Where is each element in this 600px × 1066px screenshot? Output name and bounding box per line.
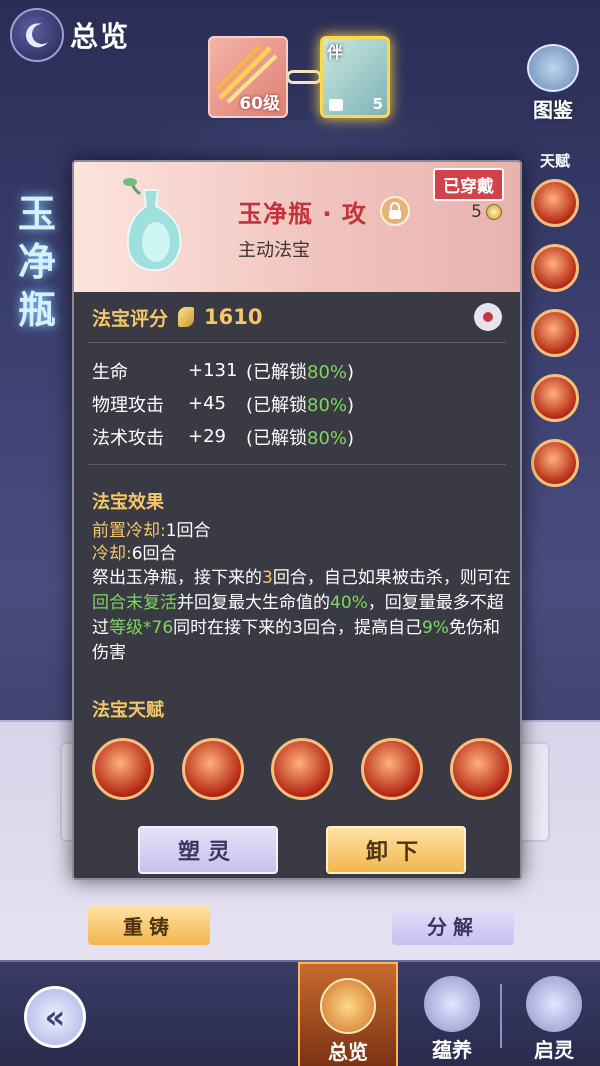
- item-detail-popup: 玉净瓶 · 攻 主动法宝 已穿戴 5 法宝评分 1610 生命 +131 (已解…: [72, 160, 522, 880]
- cauldron-icon: [424, 976, 480, 1032]
- bottom-nav: « 总览 蕴养 启灵: [0, 960, 600, 1066]
- stat-row: 生命 +131 (已解锁80%): [92, 354, 512, 387]
- talent-column: 天赋: [528, 150, 582, 504]
- quill-icon: [178, 307, 195, 327]
- companion-level: 5: [372, 95, 383, 113]
- talent-blade-icon[interactable]: [531, 374, 579, 422]
- equipment-chain: 60级 伴 5: [208, 36, 390, 118]
- lock-icon: [329, 99, 343, 111]
- scroll-icon: [527, 44, 579, 92]
- talent-burst-icon[interactable]: [450, 738, 512, 800]
- stat-unlock: (已解锁80%): [246, 361, 355, 383]
- effect-section: 法宝效果 前置冷却:1回合 冷却:6回合 祭出玉净瓶，接下来的3回合，自己如果被…: [92, 488, 512, 666]
- stat-value: +131: [188, 360, 238, 381]
- lock-icon[interactable]: [380, 196, 410, 226]
- stat-unlock: (已解锁80%): [246, 427, 355, 449]
- talent-spirit-icon[interactable]: [181, 738, 244, 800]
- score-label: 法宝评分: [92, 307, 169, 330]
- atlas-button[interactable]: 图鉴: [522, 44, 584, 122]
- talent-row: [92, 738, 512, 800]
- unequip-button[interactable]: 卸下: [326, 826, 466, 874]
- talent-burst-icon[interactable]: [531, 439, 579, 487]
- page-title: 总览: [70, 20, 131, 53]
- divider: [88, 342, 506, 343]
- stat-value: +45: [188, 393, 226, 414]
- talent-flame-bell-icon[interactable]: [271, 738, 333, 800]
- talent-spirit-icon[interactable]: [531, 244, 579, 292]
- companion-mark: 伴: [327, 43, 344, 62]
- item-type: 主动法宝: [238, 240, 310, 261]
- pre-cooldown: 前置冷却:1回合: [92, 521, 211, 541]
- effect-description: 祭出玉净瓶，接下来的3回合，自己如果被击杀，则可在回合末复活并回复最大生命值的4…: [92, 568, 511, 663]
- stat-row: 法术攻击 +29 (已解锁80%): [92, 420, 512, 453]
- divider: [88, 464, 506, 465]
- weapon-level: 60级: [239, 94, 280, 114]
- back-button[interactable]: «: [24, 986, 86, 1048]
- popup-header: 玉净瓶 · 攻 主动法宝 已穿戴 5: [74, 162, 520, 292]
- tab-awaken[interactable]: 启灵: [504, 972, 600, 1064]
- stat-value: +29: [188, 426, 226, 447]
- talent-flame-bell-icon[interactable]: [531, 309, 579, 357]
- overview-icon: [320, 978, 376, 1034]
- nav-separator: [500, 984, 502, 1048]
- talent-blade-icon[interactable]: [360, 738, 423, 800]
- tab-nurture[interactable]: 蕴养: [402, 972, 502, 1064]
- mold-spirit-button[interactable]: 塑灵: [138, 826, 278, 874]
- stat-row: 物理攻击 +45 (已解锁80%): [92, 387, 512, 420]
- cooldown: 冷却:6回合: [92, 544, 177, 564]
- decompose-button[interactable]: 分解: [392, 905, 514, 945]
- tab-label: 蕴养: [432, 1038, 472, 1062]
- star-level-value: 5: [471, 202, 482, 222]
- talent-title: 法宝天赋: [92, 700, 164, 721]
- talent-column-label: 天赋: [539, 152, 570, 170]
- stat-name: 物理攻击: [92, 394, 164, 416]
- top-bar: 总览: [10, 8, 130, 62]
- equipped-badge: 已穿戴: [433, 168, 504, 201]
- moon-icon[interactable]: [10, 8, 64, 62]
- star-coin-icon: [486, 204, 502, 220]
- jade-vase-icon: [123, 178, 182, 272]
- vase-card[interactable]: 伴 5: [320, 36, 390, 118]
- weapon-card[interactable]: 60级: [208, 36, 288, 118]
- stat-name: 生命: [92, 361, 128, 383]
- item-name: 玉净瓶 · 攻: [238, 200, 367, 228]
- recast-button[interactable]: 重铸: [88, 905, 210, 945]
- stat-unlock: (已解锁80%): [246, 394, 355, 416]
- constellation-icon: [526, 976, 582, 1032]
- tab-label: 总览: [328, 1040, 368, 1064]
- talent-bell-icon[interactable]: [92, 738, 154, 800]
- score-row: 法宝评分 1610: [74, 292, 520, 342]
- chain-link-icon: [286, 70, 322, 84]
- atlas-label: 图鉴: [533, 98, 573, 122]
- eye-icon[interactable]: [474, 303, 502, 331]
- score-value: 1610: [204, 305, 263, 329]
- talent-bell-icon[interactable]: [531, 179, 579, 227]
- star-level: 5: [471, 202, 502, 222]
- tab-label: 启灵: [534, 1038, 574, 1062]
- stats-list: 生命 +131 (已解锁80%) 物理攻击 +45 (已解锁80%) 法术攻击 …: [92, 354, 512, 453]
- stat-name: 法术攻击: [92, 427, 164, 449]
- side-title: 玉净瓶: [18, 191, 57, 332]
- tab-overview[interactable]: 总览: [298, 962, 398, 1066]
- effect-title: 法宝效果: [92, 492, 164, 513]
